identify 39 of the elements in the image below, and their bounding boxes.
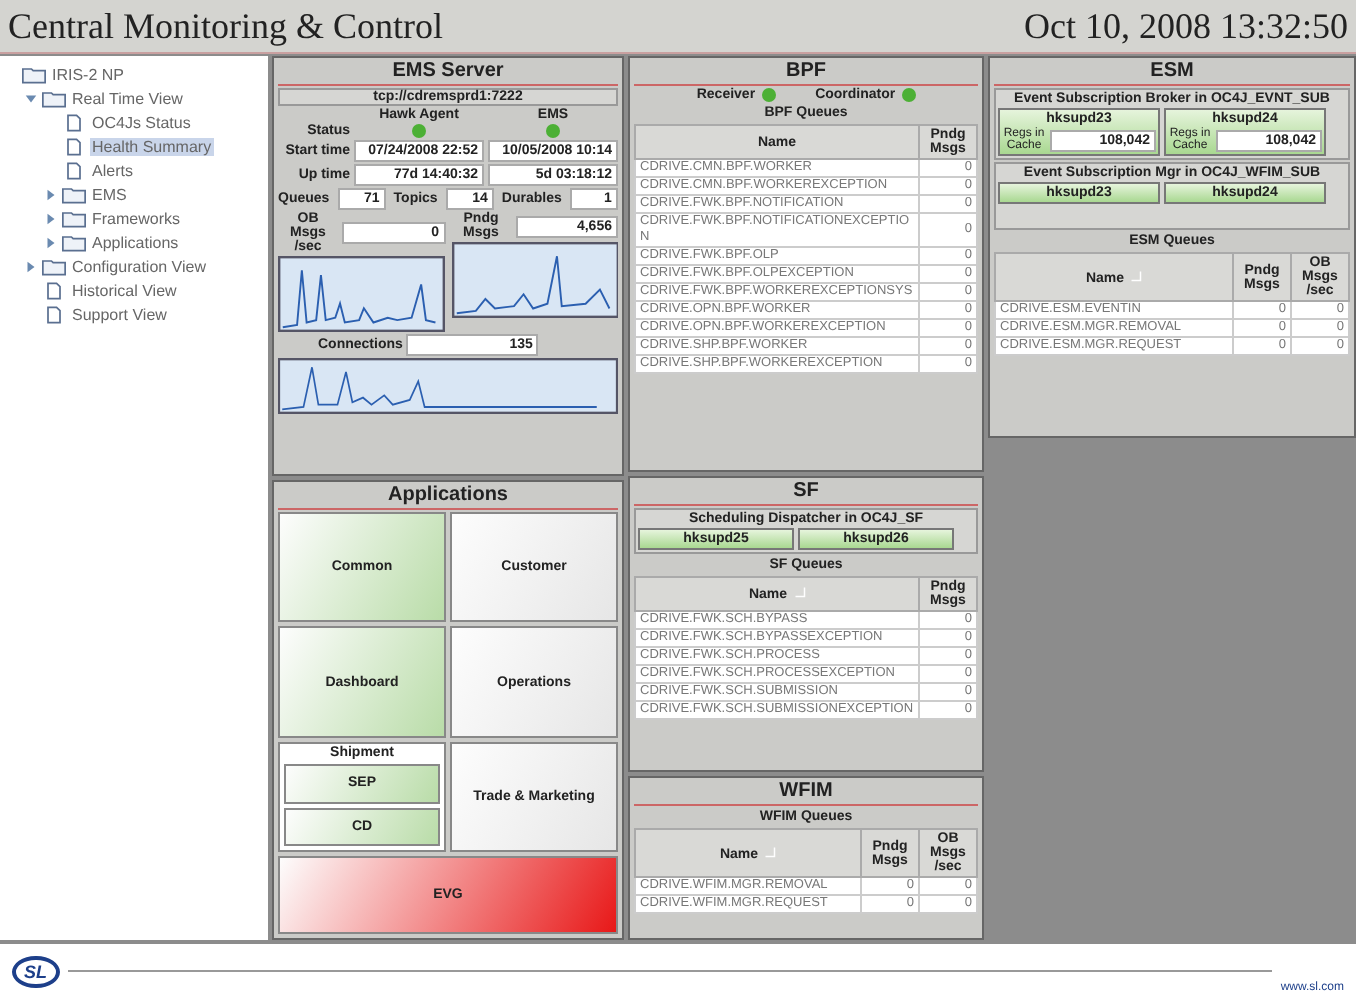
document-icon: [42, 305, 66, 323]
panel-title: SF: [634, 480, 978, 506]
tree-item[interactable]: Applications: [90, 233, 181, 251]
folder-icon: [42, 257, 66, 275]
document-icon: [62, 137, 86, 155]
tree-item[interactable]: Support View: [70, 305, 169, 323]
document-icon: [62, 161, 86, 179]
tree-item[interactable]: Real Time View: [70, 89, 185, 107]
folder-icon: [62, 209, 86, 227]
folder-icon: [22, 65, 46, 83]
expander-icon[interactable]: [24, 259, 38, 273]
tree-item[interactable]: Frameworks: [90, 209, 183, 227]
tree-item[interactable]: Configuration View: [70, 257, 209, 275]
date-time: Oct 10, 2008 13:32:50: [1024, 5, 1348, 47]
expander-icon[interactable]: [24, 91, 38, 105]
panel-title: BPF: [634, 60, 978, 86]
expander-icon[interactable]: [44, 187, 58, 201]
panel-title: WFIM: [634, 780, 978, 806]
expander-icon[interactable]: [44, 235, 58, 249]
panel-title: ESM: [994, 60, 1350, 86]
expander-icon[interactable]: [44, 211, 58, 225]
folder-icon: [42, 89, 66, 107]
tree-item[interactable]: Health Summary: [90, 137, 214, 155]
document-icon: [42, 281, 66, 299]
folder-icon: [62, 185, 86, 203]
panel-title: EMS Server: [278, 60, 618, 86]
tree-item[interactable]: IRIS-2 NP: [50, 65, 127, 83]
tree-item[interactable]: Alerts: [90, 161, 135, 179]
tree-item[interactable]: Historical View: [70, 281, 179, 299]
tree-item[interactable]: EMS: [90, 185, 129, 203]
folder-icon: [62, 233, 86, 251]
panel-title: Applications: [278, 484, 618, 510]
sort-icon: [1130, 269, 1143, 281]
sort-icon: [793, 586, 806, 598]
company-logo: SL: [12, 955, 60, 987]
app-title: Central Monitoring & Control: [8, 5, 443, 47]
tree-item[interactable]: OC4Js Status: [90, 113, 193, 131]
document-icon: [62, 113, 86, 131]
sort-icon: [764, 845, 777, 857]
